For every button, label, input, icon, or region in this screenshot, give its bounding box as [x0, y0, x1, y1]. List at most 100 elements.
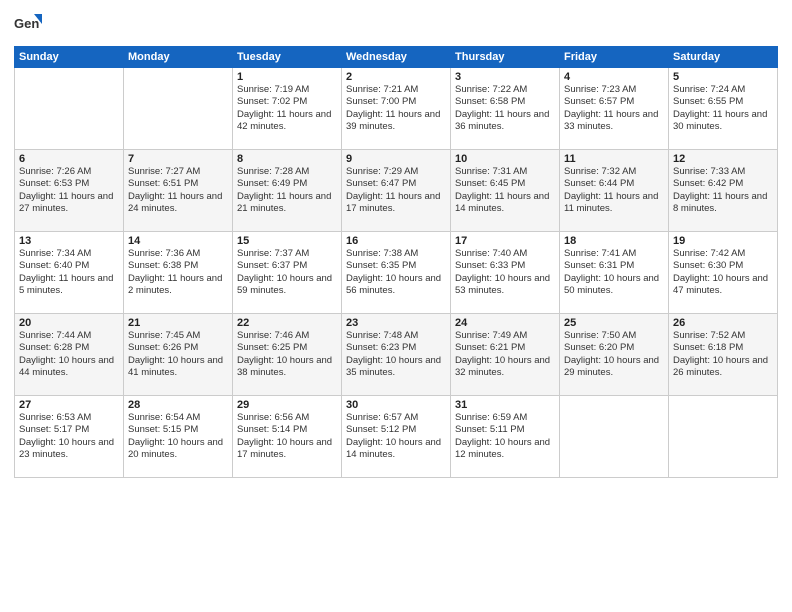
- day-info: Sunrise: 6:53 AM: [19, 412, 119, 424]
- day-info: Sunrise: 7:45 AM: [128, 330, 228, 342]
- day-info: Sunset: 7:02 PM: [237, 96, 337, 108]
- day-info: Sunset: 5:15 PM: [128, 424, 228, 436]
- day-info: Daylight: 10 hours and 38 minutes.: [237, 355, 337, 380]
- day-cell: 25Sunrise: 7:50 AMSunset: 6:20 PMDayligh…: [560, 314, 669, 396]
- day-info: Daylight: 10 hours and 17 minutes.: [237, 437, 337, 462]
- logo: Gen: [14, 10, 44, 38]
- day-info: Sunset: 6:45 PM: [455, 178, 555, 190]
- day-cell: 16Sunrise: 7:38 AMSunset: 6:35 PMDayligh…: [342, 232, 451, 314]
- day-info: Daylight: 11 hours and 5 minutes.: [19, 273, 119, 298]
- day-cell: 21Sunrise: 7:45 AMSunset: 6:26 PMDayligh…: [124, 314, 233, 396]
- day-info: Daylight: 10 hours and 50 minutes.: [564, 273, 664, 298]
- day-cell: 26Sunrise: 7:52 AMSunset: 6:18 PMDayligh…: [669, 314, 778, 396]
- day-cell: 19Sunrise: 7:42 AMSunset: 6:30 PMDayligh…: [669, 232, 778, 314]
- day-info: Sunset: 6:42 PM: [673, 178, 773, 190]
- day-cell: 20Sunrise: 7:44 AMSunset: 6:28 PMDayligh…: [15, 314, 124, 396]
- day-info: Sunrise: 7:28 AM: [237, 166, 337, 178]
- day-cell: 10Sunrise: 7:31 AMSunset: 6:45 PMDayligh…: [451, 150, 560, 232]
- col-header-sunday: Sunday: [15, 47, 124, 68]
- day-info: Sunrise: 7:44 AM: [19, 330, 119, 342]
- col-header-wednesday: Wednesday: [342, 47, 451, 68]
- day-info: Sunset: 6:47 PM: [346, 178, 446, 190]
- day-info: Daylight: 10 hours and 41 minutes.: [128, 355, 228, 380]
- day-info: Sunset: 6:26 PM: [128, 342, 228, 354]
- day-info: Sunset: 7:00 PM: [346, 96, 446, 108]
- day-info: Daylight: 10 hours and 44 minutes.: [19, 355, 119, 380]
- col-header-tuesday: Tuesday: [233, 47, 342, 68]
- day-info: Sunrise: 7:22 AM: [455, 84, 555, 96]
- day-info: Daylight: 11 hours and 21 minutes.: [237, 191, 337, 216]
- day-info: Sunrise: 7:46 AM: [237, 330, 337, 342]
- day-info: Daylight: 10 hours and 59 minutes.: [237, 273, 337, 298]
- day-info: Daylight: 10 hours and 14 minutes.: [346, 437, 446, 462]
- day-info: Sunset: 6:33 PM: [455, 260, 555, 272]
- day-number: 16: [346, 235, 446, 247]
- day-number: 13: [19, 235, 119, 247]
- week-row-5: 27Sunrise: 6:53 AMSunset: 5:17 PMDayligh…: [15, 396, 778, 478]
- day-info: Sunrise: 7:38 AM: [346, 248, 446, 260]
- day-cell: 31Sunrise: 6:59 AMSunset: 5:11 PMDayligh…: [451, 396, 560, 478]
- day-info: Sunrise: 7:42 AM: [673, 248, 773, 260]
- day-info: Daylight: 10 hours and 26 minutes.: [673, 355, 773, 380]
- day-info: Sunrise: 7:52 AM: [673, 330, 773, 342]
- svg-text:Gen: Gen: [14, 16, 39, 31]
- day-number: 19: [673, 235, 773, 247]
- day-cell: [15, 68, 124, 150]
- day-info: Daylight: 11 hours and 30 minutes.: [673, 109, 773, 134]
- day-cell: 4Sunrise: 7:23 AMSunset: 6:57 PMDaylight…: [560, 68, 669, 150]
- day-number: 11: [564, 153, 664, 165]
- day-info: Daylight: 11 hours and 17 minutes.: [346, 191, 446, 216]
- day-info: Sunset: 5:14 PM: [237, 424, 337, 436]
- day-cell: 2Sunrise: 7:21 AMSunset: 7:00 PMDaylight…: [342, 68, 451, 150]
- day-info: Sunrise: 6:57 AM: [346, 412, 446, 424]
- day-number: 27: [19, 399, 119, 411]
- day-info: Daylight: 11 hours and 2 minutes.: [128, 273, 228, 298]
- day-info: Sunset: 5:11 PM: [455, 424, 555, 436]
- day-info: Sunrise: 6:56 AM: [237, 412, 337, 424]
- day-info: Daylight: 11 hours and 36 minutes.: [455, 109, 555, 134]
- day-cell: 5Sunrise: 7:24 AMSunset: 6:55 PMDaylight…: [669, 68, 778, 150]
- day-info: Daylight: 11 hours and 24 minutes.: [128, 191, 228, 216]
- day-info: Sunrise: 7:26 AM: [19, 166, 119, 178]
- day-info: Sunrise: 7:33 AM: [673, 166, 773, 178]
- day-info: Daylight: 10 hours and 20 minutes.: [128, 437, 228, 462]
- day-info: Sunrise: 7:27 AM: [128, 166, 228, 178]
- day-cell: [669, 396, 778, 478]
- day-number: 12: [673, 153, 773, 165]
- logo-icon: Gen: [14, 10, 42, 38]
- day-info: Daylight: 11 hours and 39 minutes.: [346, 109, 446, 134]
- day-number: 31: [455, 399, 555, 411]
- day-info: Daylight: 11 hours and 14 minutes.: [455, 191, 555, 216]
- day-cell: 13Sunrise: 7:34 AMSunset: 6:40 PMDayligh…: [15, 232, 124, 314]
- day-cell: 8Sunrise: 7:28 AMSunset: 6:49 PMDaylight…: [233, 150, 342, 232]
- day-number: 18: [564, 235, 664, 247]
- day-info: Sunset: 5:17 PM: [19, 424, 119, 436]
- day-number: 9: [346, 153, 446, 165]
- day-cell: 23Sunrise: 7:48 AMSunset: 6:23 PMDayligh…: [342, 314, 451, 396]
- day-info: Sunrise: 7:40 AM: [455, 248, 555, 260]
- day-number: 24: [455, 317, 555, 329]
- day-number: 17: [455, 235, 555, 247]
- day-cell: 30Sunrise: 6:57 AMSunset: 5:12 PMDayligh…: [342, 396, 451, 478]
- week-row-4: 20Sunrise: 7:44 AMSunset: 6:28 PMDayligh…: [15, 314, 778, 396]
- day-cell: 9Sunrise: 7:29 AMSunset: 6:47 PMDaylight…: [342, 150, 451, 232]
- day-info: Sunset: 6:51 PM: [128, 178, 228, 190]
- day-info: Sunrise: 7:29 AM: [346, 166, 446, 178]
- day-info: Sunrise: 6:54 AM: [128, 412, 228, 424]
- day-cell: 17Sunrise: 7:40 AMSunset: 6:33 PMDayligh…: [451, 232, 560, 314]
- day-info: Sunrise: 7:34 AM: [19, 248, 119, 260]
- day-info: Sunset: 6:18 PM: [673, 342, 773, 354]
- day-info: Daylight: 10 hours and 23 minutes.: [19, 437, 119, 462]
- day-info: Sunrise: 7:21 AM: [346, 84, 446, 96]
- col-header-friday: Friday: [560, 47, 669, 68]
- day-number: 22: [237, 317, 337, 329]
- week-row-3: 13Sunrise: 7:34 AMSunset: 6:40 PMDayligh…: [15, 232, 778, 314]
- day-number: 10: [455, 153, 555, 165]
- day-info: Sunset: 6:30 PM: [673, 260, 773, 272]
- calendar-table: SundayMondayTuesdayWednesdayThursdayFrid…: [14, 46, 778, 478]
- day-info: Sunset: 6:28 PM: [19, 342, 119, 354]
- day-cell: 24Sunrise: 7:49 AMSunset: 6:21 PMDayligh…: [451, 314, 560, 396]
- day-number: 14: [128, 235, 228, 247]
- day-cell: 12Sunrise: 7:33 AMSunset: 6:42 PMDayligh…: [669, 150, 778, 232]
- day-number: 6: [19, 153, 119, 165]
